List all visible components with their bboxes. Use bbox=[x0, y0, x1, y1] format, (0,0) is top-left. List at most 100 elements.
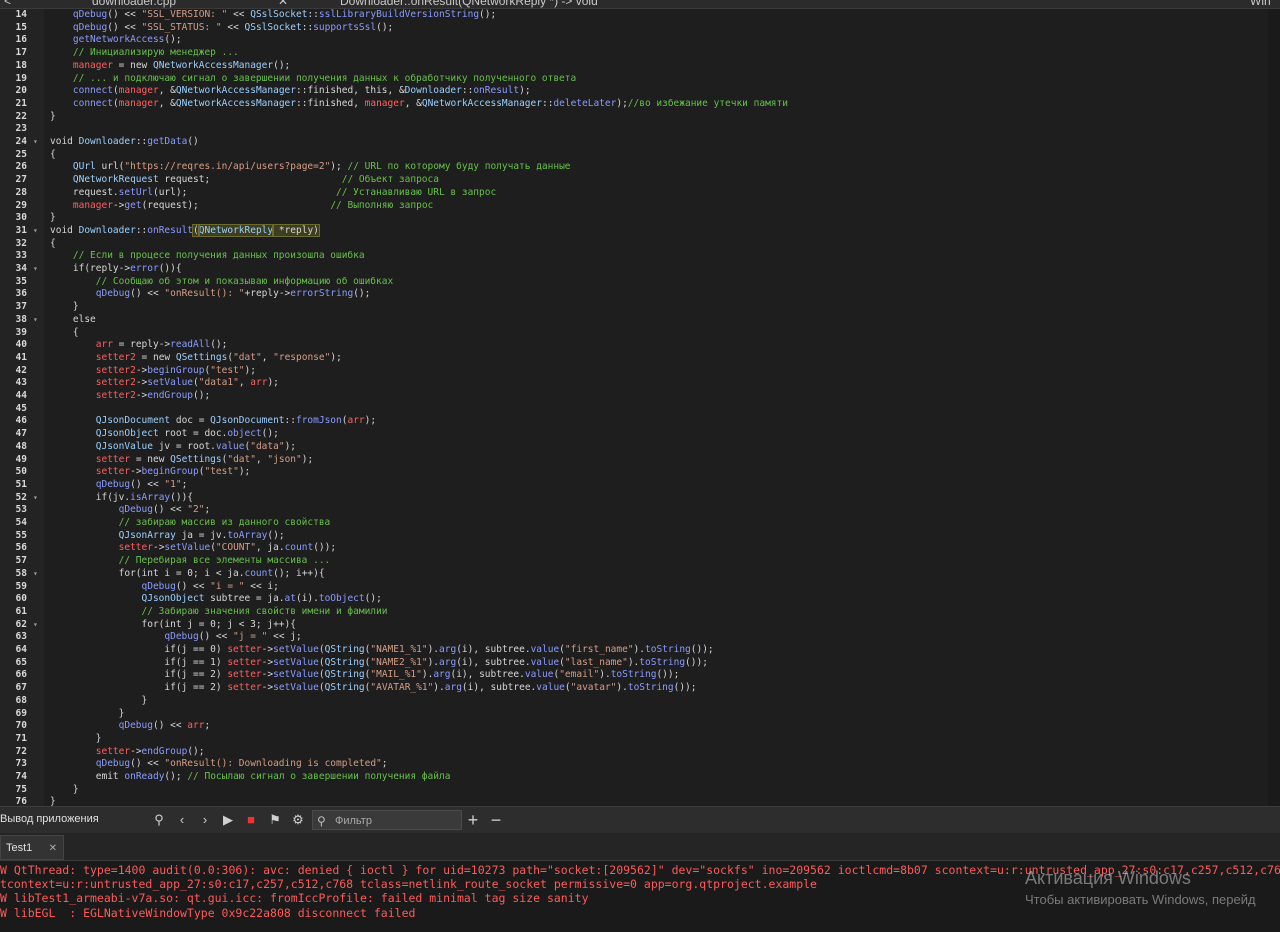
code-line[interactable]: 24 ▾ void Downloader::getData() bbox=[0, 136, 1280, 149]
code-line[interactable]: 55 QJsonArray ja = jv.toArray(); bbox=[0, 530, 1280, 543]
windows-activation-watermark-text: Чтобы активировать Windows, перейд bbox=[1025, 892, 1256, 907]
code-text: setter = new QSettings("dat", "json"); bbox=[95, 453, 314, 465]
code-line[interactable]: 23 bbox=[0, 123, 1280, 136]
remove-button[interactable]: − bbox=[487, 811, 505, 829]
code-line[interactable]: 49 setter = new QSettings("dat", "json")… bbox=[0, 454, 1280, 467]
code-line[interactable]: 70 qDebug() << arr; bbox=[0, 720, 1280, 733]
code-line[interactable]: 64 if(j == 0) setter->setValue(QString("… bbox=[0, 644, 1280, 657]
fold-marker-icon[interactable]: ▾ bbox=[33, 619, 38, 632]
code-line[interactable]: 58 ▾ for(int i = 0; i < ja.count(); i++){ bbox=[0, 568, 1280, 581]
code-line[interactable]: 76} bbox=[0, 796, 1280, 806]
code-line[interactable]: 16 getNetworkAccess(); bbox=[0, 34, 1280, 47]
code-line[interactable]: 72 setter->endGroup(); bbox=[0, 746, 1280, 759]
gear-icon[interactable]: ⚙ bbox=[289, 811, 307, 829]
code-line[interactable]: 65 if(j == 1) setter->setValue(QString("… bbox=[0, 657, 1280, 670]
code-line[interactable]: 17 // Инициализирую менеджер ... bbox=[0, 47, 1280, 60]
function-selector[interactable]: Downloader::onResult(QNetworkReply *) ->… bbox=[340, 0, 598, 8]
code-line[interactable]: 30} bbox=[0, 212, 1280, 225]
close-tab-icon[interactable]: ✕ bbox=[49, 836, 57, 861]
code-line[interactable]: 73 qDebug() << "onResult(): Downloading … bbox=[0, 758, 1280, 771]
code-line[interactable]: 45 bbox=[0, 403, 1280, 416]
code-line[interactable]: 33 // Если в процесе получения данных пр… bbox=[0, 250, 1280, 263]
code-line[interactable]: 26 QUrl url("https://reqres.in/api/users… bbox=[0, 161, 1280, 174]
code-line[interactable]: 27 QNetworkRequest request; // Объект за… bbox=[0, 174, 1280, 187]
run-icon[interactable]: ▶ bbox=[219, 811, 237, 829]
code-line[interactable]: 22} bbox=[0, 111, 1280, 124]
code-line[interactable]: 28 request.setUrl(url); // Устанавливаю … bbox=[0, 187, 1280, 200]
code-line[interactable]: 42 setter2->beginGroup("test"); bbox=[0, 365, 1280, 378]
code-line[interactable]: 46 QJsonDocument doc = QJsonDocument::fr… bbox=[0, 415, 1280, 428]
window-selector[interactable]: Win bbox=[1250, 0, 1271, 8]
code-line[interactable]: 62 ▾ for(int j = 0; j < 3; j++){ bbox=[0, 619, 1280, 632]
output-pane-title[interactable]: Вывод приложения bbox=[0, 813, 99, 825]
back-icon[interactable]: < bbox=[4, 0, 11, 8]
code-line[interactable]: 38 ▾ else bbox=[0, 314, 1280, 327]
fold-marker-icon[interactable]: ▾ bbox=[33, 568, 38, 581]
code-line[interactable]: 19 // ... и подключаю сигнал о завершени… bbox=[0, 73, 1280, 86]
code-line[interactable]: 44 setter2->endGroup(); bbox=[0, 390, 1280, 403]
tab-test1[interactable]: Test1 ✕ bbox=[0, 835, 64, 860]
line-number: 55 bbox=[15, 529, 27, 541]
code-text: qDebug() << "SSL_VERSION: " << QSslSocke… bbox=[72, 9, 497, 20]
next-icon[interactable]: › bbox=[196, 811, 214, 829]
filter-input[interactable]: ⚲ Фильтр bbox=[312, 810, 462, 830]
code-line[interactable]: 36 qDebug() << "onResult(): "+reply->err… bbox=[0, 288, 1280, 301]
code-line[interactable]: 47 QJsonObject root = doc.object(); bbox=[0, 428, 1280, 441]
code-line[interactable]: 67 if(j == 2) setter->setValue(QString("… bbox=[0, 682, 1280, 695]
code-line[interactable]: 34 ▾ if(reply->error()){ bbox=[0, 263, 1280, 276]
close-file-icon[interactable]: ✕ bbox=[278, 0, 288, 8]
code-line[interactable]: 48 QJsonValue jv = root.value("data"); bbox=[0, 441, 1280, 454]
line-number: 63 bbox=[15, 631, 27, 643]
stop-icon[interactable]: ■ bbox=[242, 811, 260, 829]
code-line[interactable]: 31 ▾ void Downloader::onResult(QNetworkRep… bbox=[0, 223, 1280, 238]
code-line[interactable]: 57 // Перебирая все элементы массива ... bbox=[0, 555, 1280, 568]
code-line[interactable]: 68 } bbox=[0, 695, 1280, 708]
line-number: 49 bbox=[15, 453, 27, 465]
code-text: setter2->setValue("data1", arr); bbox=[95, 377, 279, 389]
code-line[interactable]: 25 { bbox=[0, 149, 1280, 162]
editor-scrollbar[interactable] bbox=[1268, 9, 1280, 806]
code-line[interactable]: 18 manager = new QNetworkAccessManager()… bbox=[0, 60, 1280, 73]
code-line[interactable]: 21 connect(manager, &QNetworkAccessManag… bbox=[0, 98, 1280, 111]
code-line[interactable]: 51 qDebug() << "1"; bbox=[0, 479, 1280, 492]
add-button[interactable]: + bbox=[464, 811, 482, 829]
code-line[interactable]: 37 } bbox=[0, 301, 1280, 314]
code-line[interactable]: 60 QJsonObject subtree = ja.at(i).toObje… bbox=[0, 593, 1280, 606]
code-line[interactable]: 43 setter2->setValue("data1", arr); bbox=[0, 377, 1280, 390]
fold-marker-icon[interactable]: ▾ bbox=[33, 314, 38, 327]
code-line[interactable]: 29 manager->get(request); // Выполняю за… bbox=[0, 200, 1280, 213]
code-line[interactable]: 74 emit onReady(); // Посылаю сигнал о з… bbox=[0, 771, 1280, 784]
file-selector[interactable]: downloader.cpp bbox=[92, 0, 176, 8]
code-editor[interactable]: 14 qDebug() << "SSL_VERSION: " << QSslSo… bbox=[0, 9, 1280, 806]
attach-icon[interactable]: ⚲ bbox=[150, 811, 168, 829]
code-text: { bbox=[50, 148, 56, 160]
code-line[interactable]: 14 qDebug() << "SSL_VERSION: " << QSslSo… bbox=[0, 9, 1280, 22]
code-line[interactable]: 35 // Сообщаю об этом и показываю информ… bbox=[0, 276, 1280, 289]
code-line[interactable]: 59 qDebug() << "i = " << i; bbox=[0, 581, 1280, 594]
code-line[interactable]: 15 qDebug() << "SSL_STATUS: " << QSslSoc… bbox=[0, 22, 1280, 35]
code-text: } bbox=[72, 301, 79, 313]
code-line[interactable]: 71 } bbox=[0, 733, 1280, 746]
fold-marker-icon[interactable]: ▾ bbox=[33, 136, 38, 149]
code-line[interactable]: 32 { bbox=[0, 238, 1280, 251]
code-line[interactable]: 66 if(j == 2) setter->setValue(QString("… bbox=[0, 669, 1280, 682]
code-line[interactable]: 75 } bbox=[0, 784, 1280, 797]
code-line[interactable]: 54 // забираю массив из данного свойства bbox=[0, 517, 1280, 530]
code-line[interactable]: 52 ▾ if(jv.isArray()){ bbox=[0, 492, 1280, 505]
code-line[interactable]: 39 { bbox=[0, 327, 1280, 340]
code-line[interactable]: 69 } bbox=[0, 708, 1280, 721]
code-line[interactable]: 56 setter->setValue("COUNT", ja.count())… bbox=[0, 542, 1280, 555]
code-line[interactable]: 61 // Забираю значения свойств имени и ф… bbox=[0, 606, 1280, 619]
previous-icon[interactable]: ‹ bbox=[173, 811, 191, 829]
code-line[interactable]: 20 connect(manager, &QNetworkAccessManag… bbox=[0, 85, 1280, 98]
code-line[interactable]: 50 setter->beginGroup("test"); bbox=[0, 466, 1280, 479]
code-line[interactable]: 41 setter2 = new QSettings("dat", "respo… bbox=[0, 352, 1280, 365]
fold-marker-icon[interactable]: ▾ bbox=[33, 492, 38, 505]
code-line[interactable]: 63 qDebug() << "j = " << j; bbox=[0, 631, 1280, 644]
code-line[interactable]: 53 qDebug() << "2"; bbox=[0, 504, 1280, 517]
fold-marker-icon[interactable]: ▾ bbox=[33, 263, 38, 276]
fold-marker-icon[interactable]: ▾ bbox=[33, 225, 38, 238]
code-line[interactable]: 40 arr = reply->readAll(); bbox=[0, 339, 1280, 352]
debug-icon[interactable]: ⚑ bbox=[266, 811, 284, 829]
editor-toolbar: < downloader.cpp ✕ Downloader::onResult(… bbox=[0, 0, 1280, 9]
